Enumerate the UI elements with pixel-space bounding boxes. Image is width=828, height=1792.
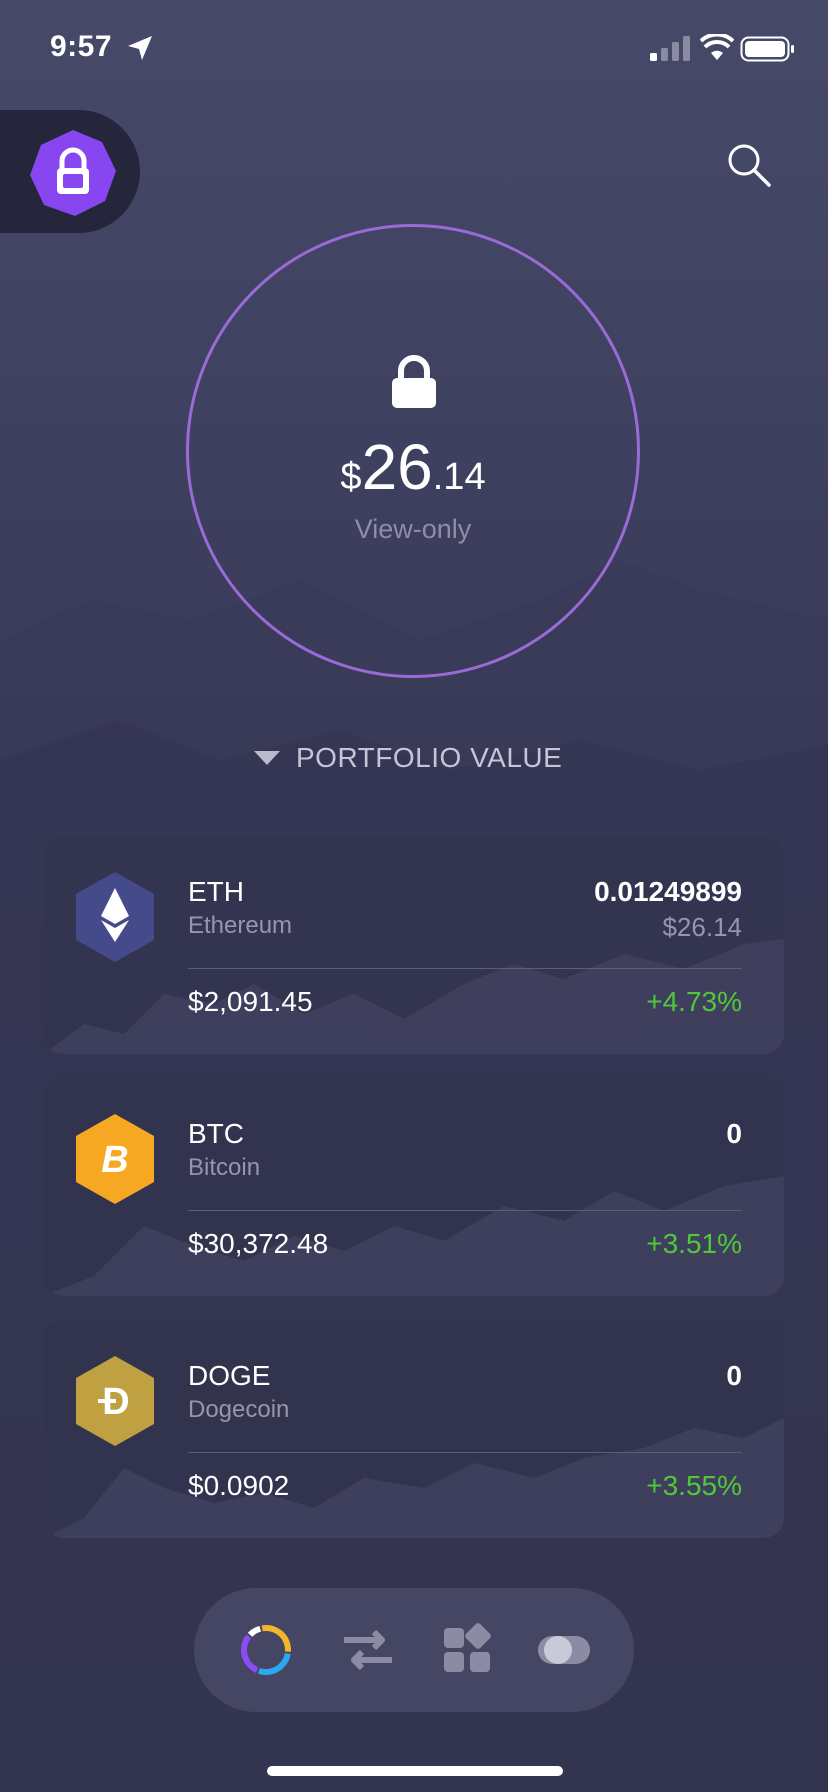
- apps-grid-icon[interactable]: [438, 1620, 498, 1680]
- lock-icon: [392, 355, 436, 408]
- view-only-label: View-only: [354, 514, 472, 544]
- asset-name: Ethereum: [188, 912, 293, 939]
- bottom-tab-bar: [194, 1588, 634, 1712]
- asset-name: Bitcoin: [188, 1154, 261, 1181]
- search-icon[interactable]: [726, 142, 772, 188]
- asset-amount: 0: [726, 1118, 742, 1149]
- asset-symbol: ETH: [188, 876, 244, 907]
- wifi-icon: [700, 34, 734, 60]
- asset-change: +3.55%: [646, 1470, 742, 1501]
- balance-decimal: .14: [432, 456, 486, 498]
- ethereum-icon: [76, 872, 154, 962]
- lock-wallet-button[interactable]: [0, 110, 140, 233]
- asset-change: +4.73%: [646, 986, 742, 1017]
- portfolio-balance: $26.14: [186, 430, 640, 504]
- portfolio-value-toggle[interactable]: PORTFOLIO VALUE: [254, 742, 562, 774]
- svg-text:B: B: [101, 1139, 128, 1181]
- cellular-signal-icon: [650, 36, 690, 61]
- asset-price: $30,372.48: [188, 1228, 329, 1259]
- bitcoin-icon: B: [76, 1114, 154, 1204]
- asset-amount: 0.01249899: [594, 876, 742, 907]
- toggle-icon[interactable]: [534, 1620, 594, 1680]
- asset-price: $0.0902: [188, 1470, 290, 1501]
- home-indicator: [267, 1766, 563, 1776]
- divider: [188, 968, 742, 969]
- battery-icon: [740, 36, 794, 62]
- balance-currency: $: [340, 456, 362, 498]
- status-time: 9:57: [50, 30, 113, 63]
- asset-change: +3.51%: [646, 1228, 742, 1259]
- exchange-arrows-icon[interactable]: [338, 1620, 398, 1680]
- dogecoin-icon: D: [76, 1356, 154, 1446]
- triangle-down-icon: [254, 751, 280, 765]
- portfolio-value-label: PORTFOLIO VALUE: [296, 742, 563, 773]
- asset-card-btc[interactable]: B BTC Bitcoin 0 $30,372.48 +3.51%: [44, 1078, 784, 1296]
- balance-integer: 26: [361, 431, 433, 503]
- portfolio-donut-icon[interactable]: [236, 1620, 296, 1680]
- asset-symbol: DOGE: [188, 1360, 271, 1391]
- location-arrow-icon: [128, 36, 152, 60]
- asset-name: Dogecoin: [188, 1396, 290, 1423]
- asset-card-eth[interactable]: ETH Ethereum 0.01249899 $26.14 $2,091.45…: [44, 836, 784, 1054]
- asset-card-doge[interactable]: D DOGE Dogecoin 0 $0.0902 +3.55%: [44, 1320, 784, 1538]
- asset-fiat-value: $26.14: [662, 912, 742, 942]
- asset-symbol: BTC: [188, 1118, 244, 1149]
- divider: [188, 1452, 742, 1453]
- asset-amount: 0: [726, 1360, 742, 1391]
- lock-badge-icon: [30, 130, 116, 216]
- divider: [188, 1210, 742, 1211]
- asset-price: $2,091.45: [188, 986, 313, 1017]
